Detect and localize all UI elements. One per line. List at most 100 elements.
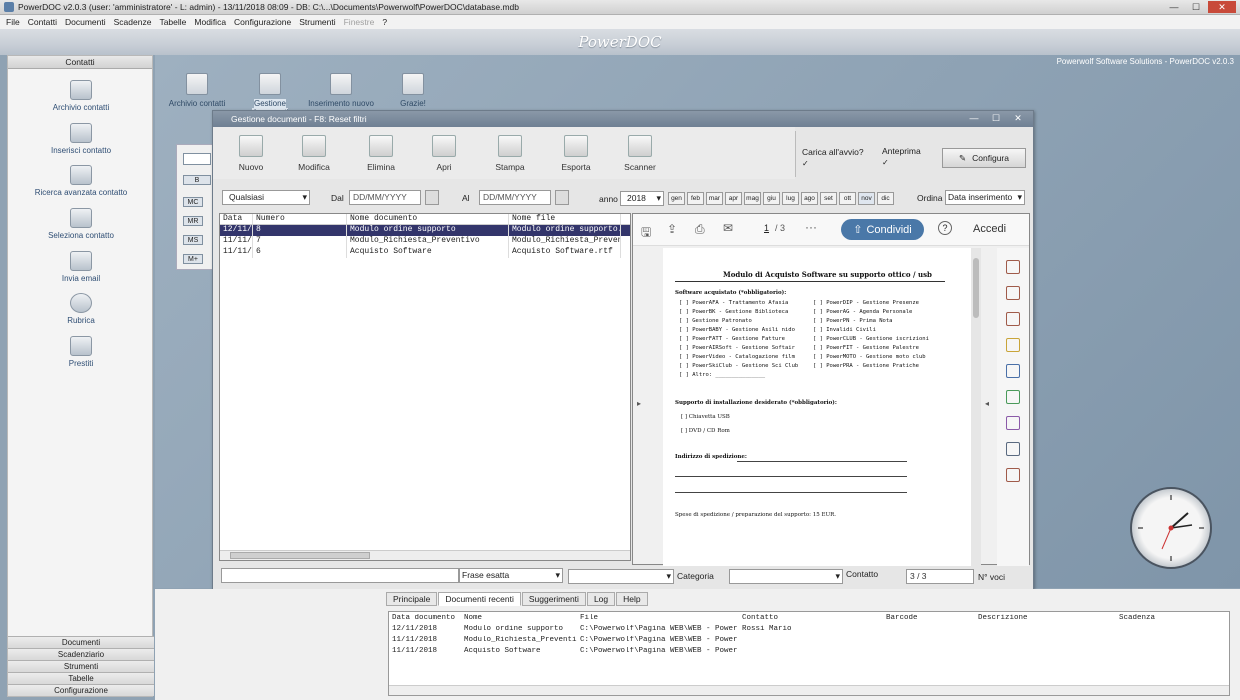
calc-button-mr[interactable]: MR bbox=[183, 216, 203, 226]
calc-button-mplus[interactable]: M+ bbox=[183, 254, 203, 264]
menu-file[interactable]: File bbox=[6, 17, 20, 27]
month-nov[interactable]: nov bbox=[858, 192, 875, 205]
maximize-button[interactable]: ☐ bbox=[1186, 1, 1206, 13]
contact-select[interactable] bbox=[729, 569, 843, 584]
preview-checkbox[interactable]: ✓ bbox=[882, 158, 889, 167]
type-filter-select[interactable]: Qualsiasi bbox=[222, 190, 310, 205]
export-button[interactable]: Esporta bbox=[546, 135, 606, 172]
col-nome[interactable]: Nome bbox=[461, 614, 577, 622]
pane-header[interactable]: Contatti bbox=[8, 56, 152, 69]
scanner-button[interactable]: Scanner bbox=[610, 135, 670, 172]
prev-page-arrow[interactable]: ▸ bbox=[637, 399, 641, 408]
protect-icon[interactable] bbox=[1006, 442, 1020, 456]
excel-export-icon[interactable] bbox=[1006, 390, 1020, 404]
organize-pages-icon[interactable] bbox=[1006, 312, 1020, 326]
tab-suggerimenti[interactable]: Suggerimenti bbox=[521, 592, 586, 606]
shortcut-grazie[interactable]: Grazie! bbox=[378, 73, 448, 108]
shortcut-inserimento-nuovo[interactable]: Inserimento nuovo bbox=[306, 73, 376, 108]
print-icon[interactable]: ⎙ bbox=[695, 222, 705, 237]
menu-scadenze[interactable]: Scadenze bbox=[114, 17, 152, 27]
tab-help[interactable]: Help bbox=[616, 592, 648, 606]
month-gen[interactable]: gen bbox=[668, 192, 685, 205]
viewer-scrollbar[interactable] bbox=[971, 248, 981, 566]
col-data-documento[interactable]: Data documento bbox=[389, 614, 461, 622]
month-ago[interactable]: ago bbox=[801, 192, 818, 205]
year-select[interactable]: 2018 bbox=[620, 191, 664, 206]
month-feb[interactable]: feb bbox=[687, 192, 704, 205]
nav-archivio-contatti[interactable]: Archivio contatti bbox=[8, 80, 154, 112]
col-data[interactable]: Data bbox=[220, 214, 253, 224]
new-button[interactable]: Nuovo bbox=[221, 135, 281, 172]
section-configurazione[interactable]: Configurazione bbox=[8, 684, 154, 696]
menu-modifica[interactable]: Modifica bbox=[194, 17, 226, 27]
calendar-to-icon[interactable] bbox=[555, 190, 569, 205]
nav-invia-email[interactable]: Invia email bbox=[8, 251, 154, 283]
mail-icon[interactable]: ✉ bbox=[723, 221, 733, 235]
tab-documenti-recenti[interactable]: Documenti recenti bbox=[438, 592, 521, 606]
table-row[interactable]: 11/11/2018 Acquisto Software C:\Powerwol… bbox=[389, 645, 1229, 656]
login-link[interactable]: Accedi bbox=[973, 223, 1006, 235]
date-to-input[interactable]: DD/MM/YYYY bbox=[479, 190, 551, 205]
month-set[interactable]: set bbox=[820, 192, 837, 205]
menu-tabelle[interactable]: Tabelle bbox=[159, 17, 186, 27]
month-lug[interactable]: lug bbox=[782, 192, 799, 205]
calendar-from-icon[interactable] bbox=[425, 190, 439, 205]
upload-icon[interactable]: ⇪ bbox=[667, 222, 677, 236]
more-icon[interactable]: ··· bbox=[805, 220, 817, 234]
configure-button[interactable]: ✎ Configura bbox=[942, 148, 1026, 168]
share-button[interactable]: ⇧ Condividi bbox=[841, 219, 924, 240]
section-scadenziario[interactable]: Scadenziario bbox=[8, 648, 154, 660]
export-pdf-icon[interactable] bbox=[1006, 260, 1020, 274]
month-mar[interactable]: mar bbox=[706, 192, 723, 205]
table-row[interactable]: 12/11/: 8 Modulo ordine supporto Modulo … bbox=[220, 225, 630, 236]
month-apr[interactable]: apr bbox=[725, 192, 742, 205]
menu-help[interactable]: ? bbox=[382, 17, 387, 27]
calc-button-ms[interactable]: MS bbox=[183, 235, 203, 245]
order-select[interactable]: Data inserimento bbox=[945, 190, 1025, 205]
edit-button[interactable]: Modifica bbox=[284, 135, 344, 172]
doc-close-button[interactable]: ✕ bbox=[1009, 112, 1027, 124]
section-documenti[interactable]: Documenti bbox=[8, 636, 154, 648]
close-button[interactable]: ✕ bbox=[1208, 1, 1236, 13]
open-button[interactable]: Apri bbox=[414, 135, 474, 172]
doc-maximize-button[interactable]: ☐ bbox=[987, 112, 1005, 124]
nav-inserisci-contatto[interactable]: Inserisci contatto bbox=[8, 123, 154, 155]
collapse-arrow[interactable]: ◂ bbox=[985, 399, 989, 408]
save-icon[interactable]: 🖫 bbox=[641, 223, 651, 244]
month-ott[interactable]: ott bbox=[839, 192, 856, 205]
table-row[interactable]: 11/11/: 7 Modulo_Richiesta_Preventivo Mo… bbox=[220, 236, 630, 247]
scrollbar-thumb[interactable] bbox=[230, 552, 370, 559]
col-nome-documento[interactable]: Nome documento bbox=[347, 214, 509, 224]
col-nome-file[interactable]: Nome file bbox=[509, 214, 621, 224]
print-button[interactable]: Stampa bbox=[480, 135, 540, 172]
combine-icon[interactable] bbox=[1006, 364, 1020, 378]
month-dic[interactable]: dic bbox=[877, 192, 894, 205]
col-scadenza[interactable]: Scadenza bbox=[1116, 614, 1196, 622]
nav-seleziona-contatto[interactable]: Seleziona contatto bbox=[8, 208, 154, 240]
col-descrizione[interactable]: Descrizione bbox=[975, 614, 1116, 622]
nav-prestiti[interactable]: Prestiti bbox=[8, 336, 154, 368]
month-mag[interactable]: mag bbox=[744, 192, 761, 205]
nav-rubrica[interactable]: Rubrica bbox=[8, 293, 154, 325]
delete-button[interactable]: Elimina bbox=[351, 135, 411, 172]
col-file[interactable]: File bbox=[577, 614, 739, 622]
minimize-button[interactable]: — bbox=[1164, 1, 1184, 13]
page-number-input[interactable]: 1 bbox=[764, 223, 769, 233]
table-row[interactable]: 11/11/: 6 Acquisto Software Acquisto Sof… bbox=[220, 247, 630, 258]
comment-icon[interactable] bbox=[1006, 338, 1020, 352]
menu-documenti[interactable]: Documenti bbox=[65, 17, 106, 27]
date-from-input[interactable]: DD/MM/YYYY bbox=[349, 190, 421, 205]
tab-principale[interactable]: Principale bbox=[386, 592, 438, 606]
horizontal-scrollbar[interactable] bbox=[220, 550, 630, 560]
col-contatto[interactable]: Contatto bbox=[739, 614, 883, 622]
menu-contatti[interactable]: Contatti bbox=[28, 17, 57, 27]
load-on-start-checkbox[interactable]: ✓ bbox=[802, 159, 809, 168]
match-mode-select[interactable]: Frase esatta bbox=[459, 568, 563, 583]
doc-minimize-button[interactable]: — bbox=[965, 112, 983, 124]
section-strumenti[interactable]: Strumenti bbox=[8, 660, 154, 672]
viewer-scroll-thumb[interactable] bbox=[973, 258, 979, 318]
col-numero[interactable]: Numero bbox=[253, 214, 347, 224]
bottom-horizontal-scrollbar[interactable] bbox=[389, 685, 1229, 695]
tab-log[interactable]: Log bbox=[586, 592, 616, 606]
table-row[interactable]: 11/11/2018 Modulo_Richiesta_Preventi C:\… bbox=[389, 634, 1229, 645]
